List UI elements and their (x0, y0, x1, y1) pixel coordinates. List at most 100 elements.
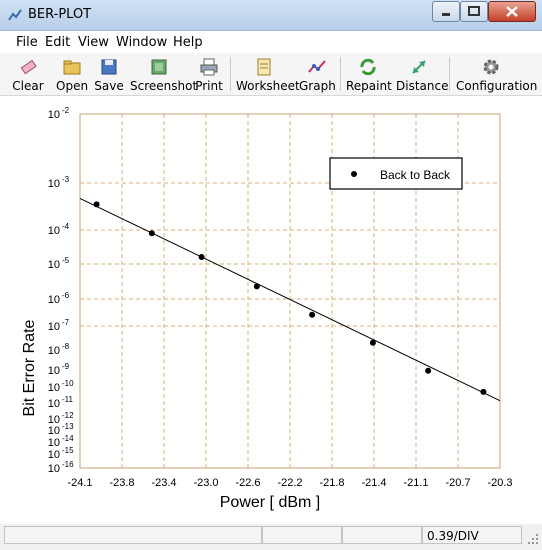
gear-icon (483, 59, 499, 75)
title-bar[interactable]: BER-PLOT (0, 0, 542, 31)
y-tick-exponent: -9 (62, 362, 70, 371)
print-button[interactable]: Print (194, 55, 224, 93)
data-point (480, 388, 487, 395)
printer-icon (200, 58, 218, 76)
open-button[interactable]: Open (56, 55, 88, 93)
legend: Back to Back (329, 157, 463, 190)
y-axis-label: Bit Error Rate (21, 319, 38, 416)
distance-arrows-icon (412, 60, 426, 74)
y-tick-exponent: -7 (62, 318, 70, 327)
data-point (309, 311, 316, 318)
y-tick-label: 10 (48, 109, 60, 121)
distance-button[interactable]: Distance (396, 55, 449, 93)
x-tick-label: -24.1 (67, 477, 92, 489)
minimize-button[interactable] (432, 1, 460, 22)
x-tick-label: -23.8 (109, 477, 134, 489)
y-tick-label: 10 (48, 463, 60, 475)
screenshot-icon (151, 59, 167, 75)
x-tick-label: -21.1 (403, 477, 428, 489)
configuration-button[interactable]: Configuration (456, 55, 538, 93)
y-tick-label: 10 (48, 398, 60, 410)
menu-edit[interactable]: Edit (45, 35, 70, 50)
y-tick-exponent: -3 (62, 175, 70, 184)
x-tick-label: -20.7 (445, 477, 470, 489)
repaint-icon (360, 58, 376, 76)
data-point (148, 230, 155, 237)
x-axis-label: Power [ dBm ] (220, 494, 320, 511)
close-icon (506, 6, 518, 17)
app-icon (8, 9, 22, 21)
data-point (369, 339, 376, 346)
worksheet-label: Worksheet (236, 79, 300, 93)
y-tick-label: 10 (48, 345, 60, 357)
toolbar: Clear Open Save Screenshot Print Workshe… (0, 53, 542, 96)
menu-help[interactable]: Help (173, 35, 203, 50)
maximize-button[interactable] (460, 1, 488, 22)
status-cell (262, 526, 342, 544)
resize-grip-icon[interactable] (526, 532, 540, 546)
graph-icon (308, 60, 326, 73)
data-point (198, 254, 205, 261)
menu-window[interactable]: Window (116, 35, 167, 50)
y-tick-label: 10 (48, 382, 60, 394)
save-button[interactable]: Save (93, 55, 125, 93)
repaint-label: Repaint (346, 79, 392, 93)
legend-marker (351, 171, 357, 177)
toolbar-separator (340, 57, 341, 91)
close-button[interactable] (488, 1, 536, 22)
toolbar-separator (230, 57, 231, 91)
y-tick-label: 10 (48, 365, 60, 377)
x-tick-label: -21.8 (319, 477, 344, 489)
status-div-readout: 0.39/DIV (422, 526, 522, 544)
clear-label: Clear (12, 79, 44, 93)
ber-chart[interactable]: 10 -210 -310 -410 -510 -610 -710 -810 -910 -1010-… (0, 96, 542, 524)
y-tick-exponent: -8 (62, 342, 70, 351)
y-tick-exponent: -14 (62, 434, 74, 443)
screenshot-button[interactable]: Screenshot (130, 55, 197, 93)
plot-area: 10 -2 10 -3 10 -4 10 -5 10 -6 10 -7 10 -8 10 -9 10 -10 10-… (0, 96, 542, 524)
y-tick-exponent: -5 (62, 256, 70, 265)
toolbar-separator (449, 57, 450, 91)
x-tick-label: -22.6 (235, 477, 260, 489)
x-tick-label: -21.4 (361, 477, 386, 489)
window-title: BER-PLOT (28, 7, 92, 22)
open-folder-icon (63, 60, 81, 75)
repaint-button[interactable]: Repaint (346, 55, 392, 93)
y-tick-exponent: -2 (62, 106, 70, 115)
worksheet-button[interactable]: Worksheet (236, 55, 300, 93)
y-tick-label: 10 (48, 178, 60, 190)
menu-file[interactable]: File (16, 35, 38, 50)
menu-bar: File Edit View Window Help (0, 31, 542, 53)
save-label: Save (94, 79, 124, 93)
y-tick-exponent: -15 (62, 446, 74, 455)
x-tick-label: -22.2 (277, 477, 302, 489)
eraser-icon (20, 59, 37, 75)
y-tick-exponent: -13 (62, 422, 74, 431)
y-tick-label: 10 (48, 449, 60, 461)
y-tick-label: 10 (48, 425, 60, 437)
status-cell (342, 526, 422, 544)
y-tick-exponent: -4 (62, 222, 70, 231)
x-tick-label: -23.0 (193, 477, 218, 489)
y-tick-label: 10 (48, 259, 60, 271)
maximize-icon (468, 6, 480, 16)
x-tick-label: -23.4 (151, 477, 176, 489)
y-tick-exponent: -11 (62, 395, 74, 404)
graph-button[interactable]: Graph (299, 55, 336, 93)
configuration-label: Configuration (456, 79, 538, 93)
worksheet-icon (257, 58, 271, 76)
menu-view[interactable]: View (78, 35, 109, 50)
distance-label: Distance (396, 79, 449, 93)
floppy-disk-icon (101, 59, 117, 75)
clear-button[interactable]: Clear (12, 55, 44, 93)
open-label: Open (56, 79, 89, 93)
data-point (253, 283, 260, 290)
y-tick-exponent: -6 (62, 291, 70, 300)
graph-label: Graph (299, 79, 336, 93)
y-tick-label: 10 (48, 321, 60, 333)
y-tick-label: 10 (48, 225, 60, 237)
y-tick-label: 10 (48, 437, 60, 449)
y-tick-label: 10 (48, 294, 60, 306)
legend-label: Back to Back (380, 168, 451, 182)
minimize-icon (442, 13, 450, 16)
